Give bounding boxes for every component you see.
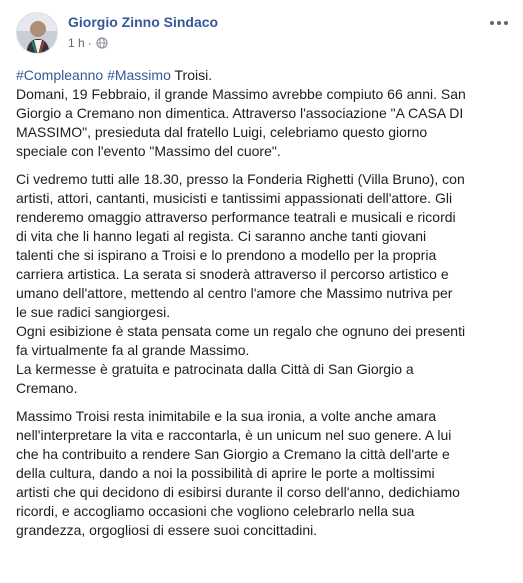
globe-icon[interactable] xyxy=(96,37,108,49)
author-name[interactable]: Giorgio Zinno Sindaco xyxy=(68,14,218,30)
post-text-line: talenti che si ispirano a Troisi e lo pr… xyxy=(16,247,437,263)
post-paragraph-3: Massimo Troisi resta inimitabile e la su… xyxy=(16,407,511,540)
post-text-line: Domani, 19 Febbraio, il grande Massimo a… xyxy=(16,86,466,102)
post-text-line: Ogni esibizione è stata pensata come un … xyxy=(16,323,466,339)
post-body: #Compleanno #Massimo Troisi. Domani, 19 … xyxy=(16,66,511,549)
meta-separator: · xyxy=(87,36,92,50)
post-text-line: della cultura, dando a noi la possibilit… xyxy=(16,465,435,481)
facebook-post: Giorgio Zinno Sindaco 1 h · #Compleanno … xyxy=(0,0,523,583)
post-header: Giorgio Zinno Sindaco 1 h · xyxy=(16,12,511,56)
post-text-line: MASSIMO", presieduta dal fratello Luigi,… xyxy=(16,124,428,140)
post-text-line: che ha contribuito a rendere San Giorgio… xyxy=(16,446,450,462)
post-text-line: La kermesse è gratuita e patrocinata dal… xyxy=(16,361,414,377)
post-text-line: fa virtualmente fa al grande Massimo. xyxy=(16,342,250,358)
post-paragraph-2: Ci vedremo tutti alle 18.30, presso la F… xyxy=(16,170,511,398)
post-text-line: Cremano. xyxy=(16,380,78,396)
avatar-photo xyxy=(17,13,57,53)
post-text-line: nell'interpretare la vita e raccontarla,… xyxy=(16,427,452,443)
intro-line: #Compleanno #Massimo Troisi. xyxy=(16,66,511,85)
post-text-line: speciale con l'evento "Massimo del cuore… xyxy=(16,143,281,159)
post-text-line: umano dell'attore, mettendo al centro l'… xyxy=(16,285,453,301)
post-text-line: Massimo Troisi resta inimitabile e la su… xyxy=(16,408,437,424)
author-avatar[interactable] xyxy=(16,12,58,54)
hashtag-massimo[interactable]: #Massimo xyxy=(107,67,171,83)
more-options-icon[interactable] xyxy=(487,16,511,30)
post-text-line: artisti, attori, cantanti, musicisti e t… xyxy=(16,190,453,206)
intro-rest: Troisi. xyxy=(170,67,213,83)
post-text-line: Giorgio a Cremano non dimentica. Attrave… xyxy=(16,105,464,121)
post-text-line: le sue radici sangiorgesi. xyxy=(16,304,171,320)
post-text-line: artisti che qui decidono di esibirsi dur… xyxy=(16,484,460,500)
post-text-line: carriera artistica. La serata si snoderà… xyxy=(16,266,449,282)
post-text-line: Ci vedremo tutti alle 18.30, presso la F… xyxy=(16,171,465,187)
post-text-line: di vita che li hanno legati al regista. … xyxy=(16,228,427,244)
post-text-line: renderemo omaggio attraverso performance… xyxy=(16,209,456,225)
post-time[interactable]: 1 h xyxy=(68,36,85,50)
post-text-line: ricordi, e accogliamo occasioni che vogl… xyxy=(16,503,415,519)
post-meta: 1 h · xyxy=(68,36,108,50)
post-text-line: grandezza, orgogliosi di essere suoi con… xyxy=(16,522,318,538)
hashtag-compleanno[interactable]: #Compleanno xyxy=(16,67,103,83)
post-intro: #Compleanno #Massimo Troisi. Domani, 19 … xyxy=(16,66,511,161)
